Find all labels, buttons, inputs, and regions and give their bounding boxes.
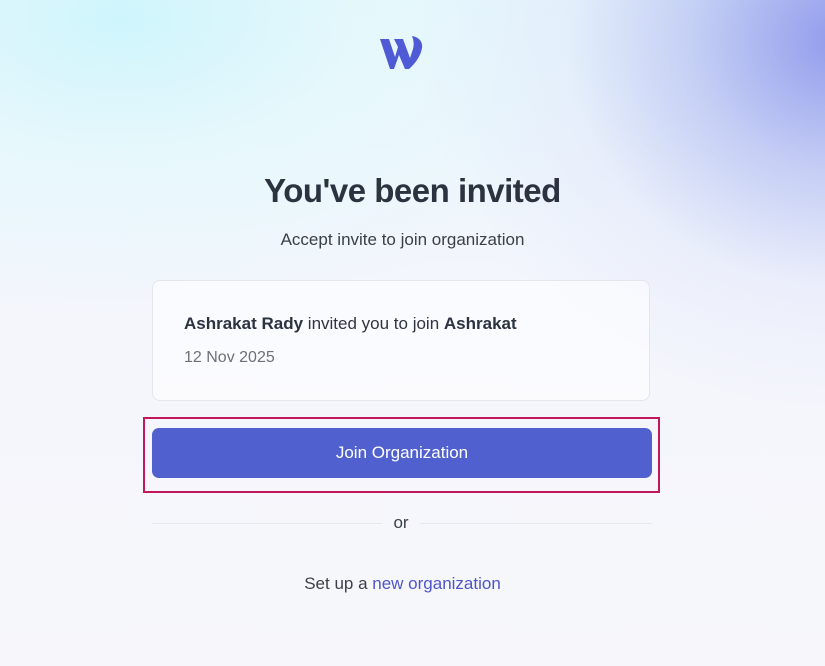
invite-date: 12 Nov 2025	[184, 349, 275, 366]
setup-prefix: Set up a	[304, 574, 368, 593]
setup-prompt: Set up a new organization	[0, 574, 805, 594]
divider-right	[420, 523, 652, 524]
invite-card: Ashrakat Rady invited you to join Ashrak…	[152, 280, 650, 401]
or-separator: or	[393, 513, 409, 532]
organization-name: Ashrakat	[443, 314, 517, 333]
new-organization-link[interactable]: new organization	[372, 574, 501, 593]
page-title: You've been invited	[264, 172, 561, 209]
join-organization-button[interactable]: Join Organization	[152, 428, 652, 478]
divider-left	[152, 523, 382, 524]
invite-page: You've been invited Accept invite to joi…	[0, 0, 825, 666]
w-logo-icon	[380, 36, 423, 69]
invite-middle-text: invited you to join	[307, 314, 440, 333]
page-subtitle: Accept invite to join organization	[280, 230, 525, 249]
invite-message: Ashrakat Rady invited you to join Ashrak…	[184, 314, 517, 334]
inviter-name: Ashrakat Rady	[184, 314, 304, 333]
